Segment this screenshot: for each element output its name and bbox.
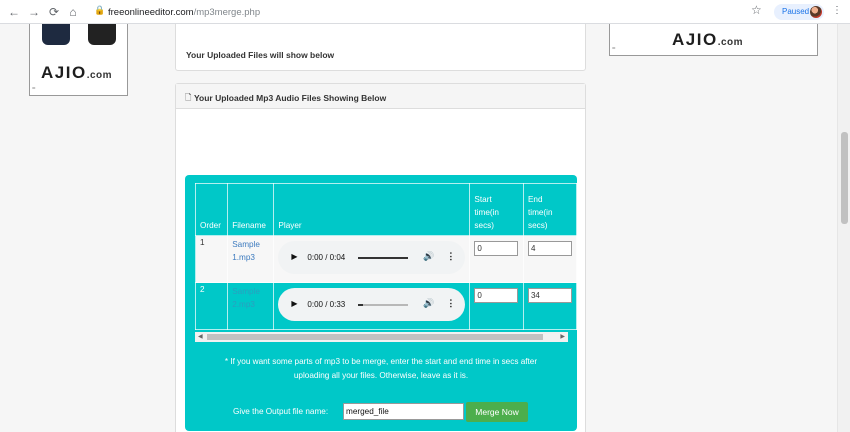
filename-link[interactable]: Sample 1.mp3 <box>232 238 269 264</box>
ad-brand-logo: AJIO.com <box>672 30 744 49</box>
ad-choices-icon[interactable]: = <box>612 46 616 52</box>
end-time-input[interactable] <box>527 288 572 303</box>
play-icon[interactable]: ▶ <box>291 299 297 308</box>
home-icon[interactable]: ⌂ <box>65 4 81 20</box>
url-text[interactable]: freeonlineeditor.com/mp3merge.php <box>108 7 260 18</box>
filename-cell: Sample 1.mp3 <box>227 235 275 283</box>
table-header-row: Order Filename Player Start time(in secs) … <box>194 183 577 236</box>
address-bar[interactable]: 🔒 freeonlineeditor.com/mp3merge.php ☆ Pa… <box>86 2 826 22</box>
player-header: Player <box>273 183 471 236</box>
output-row: Give the Output file name: Merge Now <box>185 402 577 422</box>
end-cell <box>522 235 577 283</box>
play-icon[interactable]: ▶ <box>291 252 297 261</box>
merge-instructions: * If you want some parts of mp3 to be me… <box>224 357 538 380</box>
page-content: AJIO.com = AJIO.com = Your Uploaded File… <box>0 24 850 432</box>
filename-link[interactable]: Sample 2.mp3 <box>232 285 269 311</box>
start-cell <box>469 235 524 283</box>
start-cell <box>469 282 524 330</box>
seek-slider[interactable] <box>358 304 409 306</box>
browser-menu-icon[interactable]: ⋮ <box>832 5 842 16</box>
avatar <box>810 6 822 18</box>
profile-button[interactable]: Paused <box>774 4 824 20</box>
start-time-header: Start time(in secs) <box>469 183 524 236</box>
end-time-header: End time(in secs) <box>522 183 577 236</box>
order-cell: 2 <box>194 282 229 330</box>
audio-player: ▶ 0:00 / 0:04 🔊 ⋮ <box>278 241 466 274</box>
bookmark-star-icon[interactable]: ☆ <box>751 3 762 17</box>
table-row: 2 Sample 2.mp3 ▶ 0:00 / 0:33 🔊 ⋮ <box>194 282 577 330</box>
scrollbar-thumb[interactable] <box>841 132 848 224</box>
time-display: 0:00 / 0:04 <box>307 253 346 262</box>
seek-progress <box>358 304 364 306</box>
merge-now-button[interactable]: Merge Now <box>466 402 528 422</box>
panel-title: Your Uploaded Mp3 Audio Files Showing Be… <box>194 93 387 103</box>
forward-icon[interactable]: → <box>26 4 42 20</box>
start-time-input[interactable] <box>474 288 519 303</box>
page-vertical-scrollbar[interactable] <box>837 24 850 432</box>
player-cell: ▶ 0:00 / 0:33 🔊 ⋮ <box>273 282 471 330</box>
sync-paused-label: Paused <box>782 7 810 16</box>
end-time-input[interactable] <box>527 241 572 256</box>
ad-choices-icon[interactable]: = <box>32 86 36 92</box>
seek-progress <box>358 257 409 259</box>
order-cell: 1 <box>194 235 229 283</box>
end-cell <box>522 282 577 330</box>
scroll-left-icon[interactable]: ◀ <box>198 332 203 342</box>
filename-cell: Sample 2.mp3 <box>227 282 275 330</box>
scrollbar-thumb[interactable] <box>207 334 543 340</box>
start-time-input[interactable] <box>474 241 519 256</box>
uploaded-files-panel: Your Uploaded Files will show below <box>175 24 586 71</box>
panel-heading: 🗋 Your Uploaded Mp3 Audio Files Showing … <box>176 84 585 109</box>
browser-toolbar: ← → ⟳ ⌂ 🔒 freeonlineeditor.com/mp3merge.… <box>0 0 850 24</box>
scroll-right-icon[interactable]: ▶ <box>560 332 565 342</box>
reload-icon[interactable]: ⟳ <box>46 4 62 20</box>
player-cell: ▶ 0:00 / 0:04 🔊 ⋮ <box>273 235 471 283</box>
order-header: Order <box>194 183 229 236</box>
bag-image <box>88 24 116 45</box>
volume-icon[interactable]: 🔊 <box>423 298 434 309</box>
audio-player: ▶ 0:00 / 0:33 🔊 ⋮ <box>278 288 466 321</box>
player-menu-icon[interactable]: ⋮ <box>446 251 455 262</box>
output-filename-input[interactable] <box>343 403 464 420</box>
ad-brand-logo: AJIO.com <box>41 63 113 82</box>
ad-banner-right[interactable]: AJIO.com = <box>609 24 818 56</box>
music-file-icon: 🗋 <box>185 93 192 102</box>
files-table: Order Filename Player Start time(in secs) … <box>194 183 577 330</box>
merge-box: Order Filename Player Start time(in secs) … <box>185 175 577 431</box>
audio-files-panel: 🗋 Your Uploaded Mp3 Audio Files Showing … <box>175 83 586 432</box>
back-icon[interactable]: ← <box>6 4 22 20</box>
bag-image <box>42 24 70 45</box>
player-menu-icon[interactable]: ⋮ <box>446 298 455 309</box>
table-row: 1 Sample 1.mp3 ▶ 0:00 / 0:04 🔊 ⋮ <box>194 235 577 283</box>
uploaded-files-text: Your Uploaded Files will show below <box>186 50 335 60</box>
lock-icon: 🔒 <box>94 5 106 15</box>
filename-header: Filename <box>227 183 275 236</box>
time-display: 0:00 / 0:33 <box>307 300 346 309</box>
volume-icon[interactable]: 🔊 <box>423 251 434 262</box>
table-horizontal-scrollbar[interactable]: ◀ ▶ <box>195 332 568 342</box>
seek-slider[interactable] <box>358 257 409 259</box>
output-name-label: Give the Output file name: <box>233 407 329 416</box>
ad-banner-left[interactable]: AJIO.com = <box>29 24 128 96</box>
